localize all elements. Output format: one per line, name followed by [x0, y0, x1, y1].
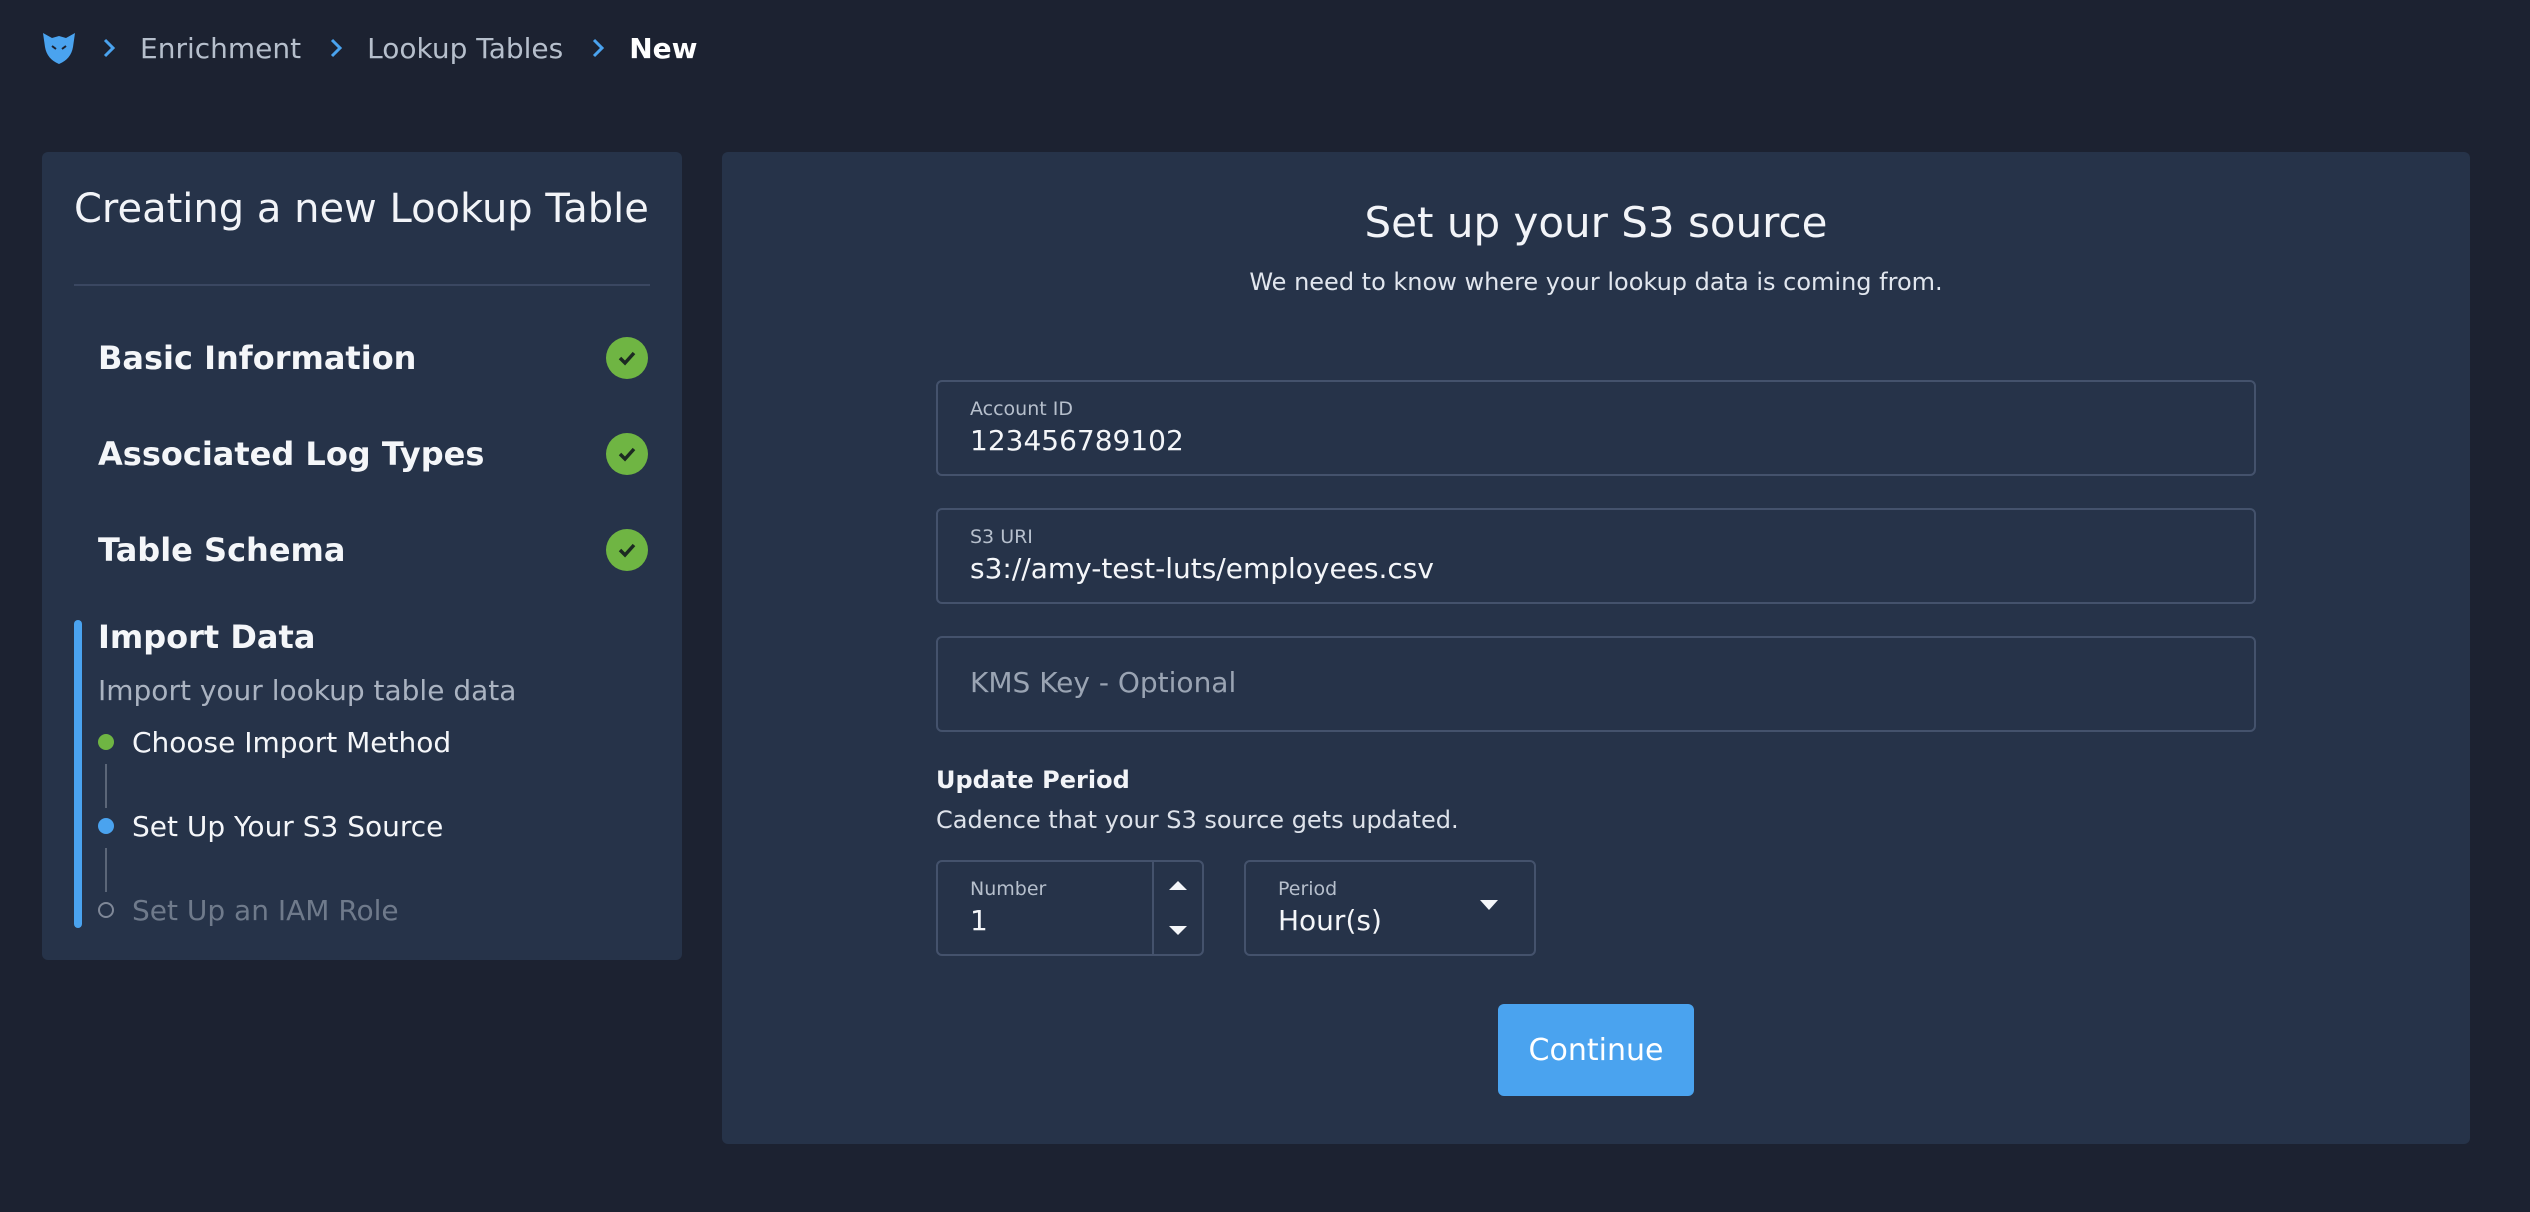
substep-set-up-s3-source[interactable]: Set Up Your S3 Source	[98, 806, 443, 846]
check-icon	[606, 529, 648, 571]
number-field[interactable]: Number 1	[936, 860, 1204, 956]
number-label: Number	[970, 878, 1047, 900]
continue-button[interactable]: Continue	[1498, 1004, 1694, 1096]
sidebar-title: Creating a new Lookup Table	[74, 186, 649, 232]
breadcrumb-lookup-tables[interactable]: Lookup Tables	[367, 32, 563, 65]
step-import-data: Import Data	[98, 618, 316, 656]
s3-source-form: Set up your S3 source We need to know wh…	[722, 152, 2470, 1144]
period-label: Period	[1278, 878, 1338, 900]
kms-key-input[interactable]: KMS Key - Optional	[970, 666, 1236, 699]
substep-choose-import-method[interactable]: Choose Import Method	[98, 722, 451, 762]
step-import-data-subtitle: Import your lookup table data	[98, 674, 517, 707]
step-label: Associated Log Types	[98, 435, 485, 473]
number-stepper	[1152, 862, 1202, 954]
s3-uri-field[interactable]: S3 URI s3://amy-test-luts/employees.csv	[936, 508, 2256, 604]
current-dot-icon	[98, 818, 114, 834]
increment-icon[interactable]	[1154, 862, 1202, 908]
substep-set-up-iam-role: Set Up an IAM Role	[98, 890, 399, 930]
breadcrumb-enrichment[interactable]: Enrichment	[140, 32, 301, 65]
active-step-indicator	[74, 620, 82, 928]
chevron-right-icon	[102, 37, 116, 59]
substep-label: Set Up an IAM Role	[132, 893, 399, 927]
wizard-sidebar: Creating a new Lookup Table Basic Inform…	[42, 152, 682, 960]
account-id-field[interactable]: Account ID 123456789102	[936, 380, 2256, 476]
substep-connector	[105, 764, 107, 808]
chevron-right-icon	[329, 37, 343, 59]
step-table-schema[interactable]: Table Schema	[98, 520, 648, 580]
step-basic-information[interactable]: Basic Information	[98, 328, 648, 388]
update-period-description: Cadence that your S3 source gets updated…	[936, 806, 1459, 834]
panther-logo-icon[interactable]	[40, 28, 80, 68]
breadcrumb-current: New	[629, 31, 698, 65]
substep-label: Set Up Your S3 Source	[132, 809, 444, 843]
s3-uri-input[interactable]: s3://amy-test-luts/employees.csv	[970, 552, 1434, 585]
pending-dot-icon	[98, 902, 114, 918]
step-associated-log-types[interactable]: Associated Log Types	[98, 424, 648, 484]
period-value: Hour(s)	[1278, 904, 1382, 937]
page-subtitle: We need to know where your lookup data i…	[1249, 268, 1943, 296]
account-id-label: Account ID	[970, 398, 1073, 420]
decrement-icon[interactable]	[1154, 908, 1202, 954]
sidebar-divider	[74, 284, 650, 286]
substep-label: Choose Import Method	[132, 725, 452, 759]
s3-uri-label: S3 URI	[970, 526, 1033, 548]
breadcrumb: Enrichment Lookup Tables New	[40, 26, 726, 70]
done-dot-icon	[98, 734, 114, 750]
kms-key-field[interactable]: KMS Key - Optional	[936, 636, 2256, 732]
step-label: Basic Information	[98, 339, 417, 377]
chevron-right-icon	[591, 37, 605, 59]
account-id-input[interactable]: 123456789102	[970, 424, 1184, 457]
check-icon	[606, 433, 648, 475]
substep-connector	[105, 848, 107, 892]
chevron-down-icon	[1480, 900, 1498, 910]
number-input[interactable]: 1	[970, 904, 988, 937]
check-icon	[606, 337, 648, 379]
update-period-label: Update Period	[936, 766, 1130, 794]
period-select[interactable]: Period Hour(s)	[1244, 860, 1536, 956]
step-label: Table Schema	[98, 531, 346, 569]
page-title: Set up your S3 source	[1364, 198, 1828, 247]
